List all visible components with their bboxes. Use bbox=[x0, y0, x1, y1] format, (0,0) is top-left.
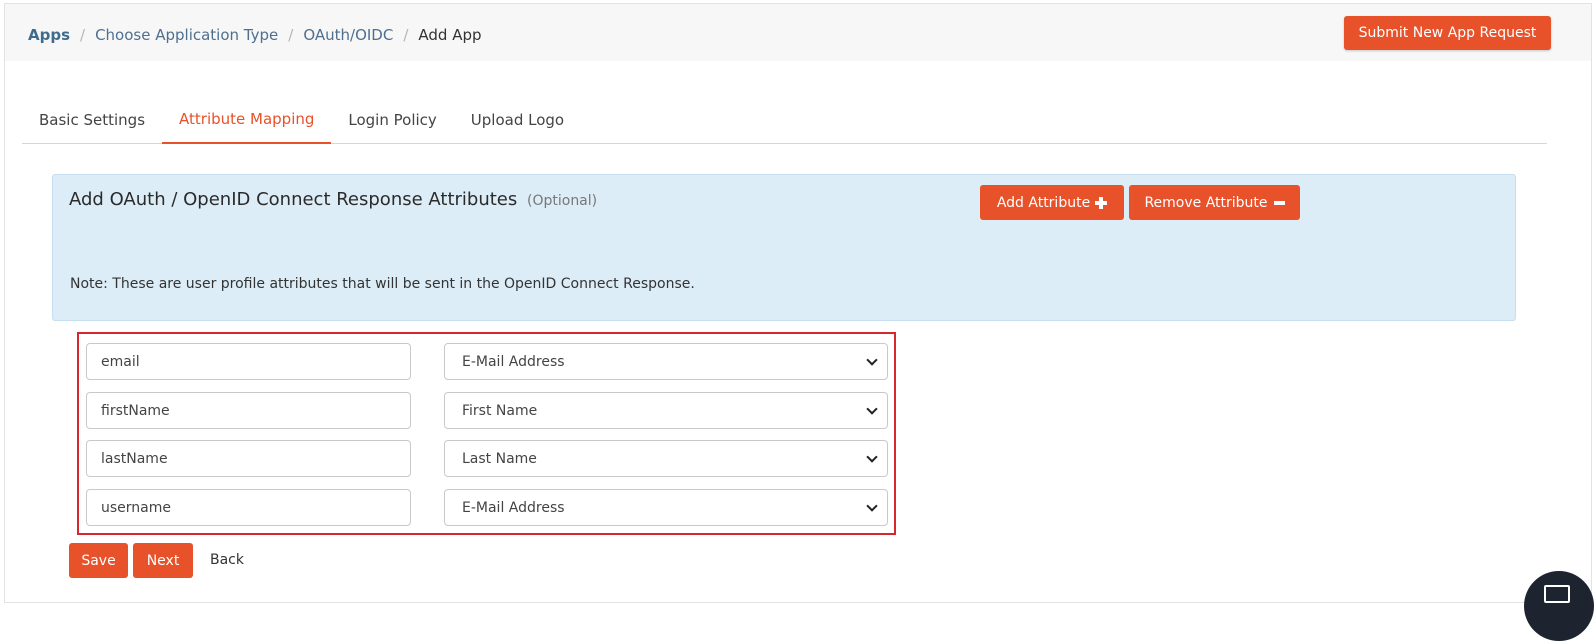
attribute-name-input[interactable] bbox=[86, 343, 411, 380]
attribute-name-input[interactable] bbox=[86, 392, 411, 429]
attribute-value-select[interactable]: E-Mail Address bbox=[444, 343, 888, 380]
breadcrumb-choose-type[interactable]: Choose Application Type bbox=[95, 26, 278, 44]
panel-optional-label: (Optional) bbox=[527, 193, 598, 209]
chevron-down-icon bbox=[866, 500, 878, 512]
breadcrumb-apps[interactable]: Apps bbox=[28, 26, 70, 44]
breadcrumb: Apps / Choose Application Type / OAuth/O… bbox=[28, 26, 482, 44]
remove-attribute-button[interactable]: Remove Attribute bbox=[1129, 185, 1300, 220]
breadcrumb-separator: / bbox=[80, 26, 86, 44]
attribute-name-input[interactable] bbox=[86, 489, 411, 526]
breadcrumb-current: Add App bbox=[418, 26, 482, 44]
back-link[interactable]: Back bbox=[210, 552, 244, 568]
tab-upload-logo[interactable]: Upload Logo bbox=[454, 96, 581, 144]
breadcrumb-separator: / bbox=[403, 26, 409, 44]
top-bar: Apps / Choose Application Type / OAuth/O… bbox=[5, 4, 1591, 61]
select-value: E-Mail Address bbox=[462, 499, 565, 516]
mapping-row: First Name bbox=[86, 392, 888, 429]
breadcrumb-separator: / bbox=[288, 26, 294, 44]
chevron-down-icon bbox=[866, 451, 878, 463]
attribute-mapping-list: E-Mail Address First Name Last Name E-Ma… bbox=[77, 332, 896, 535]
attribute-name-input[interactable] bbox=[86, 440, 411, 477]
select-value: E-Mail Address bbox=[462, 353, 565, 370]
tab-login-policy[interactable]: Login Policy bbox=[331, 96, 453, 144]
select-value: Last Name bbox=[462, 450, 537, 467]
panel-title-text: Add OAuth / OpenID Connect Response Attr… bbox=[69, 189, 518, 210]
submit-new-app-request-button[interactable]: Submit New App Request bbox=[1344, 16, 1551, 50]
panel-note: Note: These are user profile attributes … bbox=[70, 276, 695, 292]
mapping-row: E-Mail Address bbox=[86, 489, 888, 526]
attributes-info-panel: Add OAuth / OpenID Connect Response Attr… bbox=[52, 174, 1516, 321]
remove-attribute-label: Remove Attribute bbox=[1144, 194, 1268, 211]
save-button[interactable]: Save bbox=[69, 543, 128, 578]
attribute-value-select[interactable]: Last Name bbox=[444, 440, 888, 477]
chevron-down-icon bbox=[866, 354, 878, 366]
add-attribute-button[interactable]: Add Attribute bbox=[980, 185, 1124, 220]
add-attribute-label: Add Attribute bbox=[996, 194, 1091, 211]
chevron-down-icon bbox=[866, 403, 878, 415]
attribute-value-select[interactable]: E-Mail Address bbox=[444, 489, 888, 526]
tab-basic-settings[interactable]: Basic Settings bbox=[22, 96, 162, 144]
select-value: First Name bbox=[462, 402, 538, 419]
minus-icon bbox=[1273, 200, 1285, 205]
panel-title: Add OAuth / OpenID Connect Response Attr… bbox=[69, 189, 597, 210]
chat-icon[interactable] bbox=[1524, 571, 1594, 641]
next-button[interactable]: Next bbox=[133, 543, 193, 578]
tab-attribute-mapping[interactable]: Attribute Mapping bbox=[162, 96, 332, 144]
mapping-row: Last Name bbox=[86, 440, 888, 477]
tab-bar: Basic Settings Attribute Mapping Login P… bbox=[22, 96, 1547, 144]
mapping-row: E-Mail Address bbox=[86, 343, 888, 380]
attribute-value-select[interactable]: First Name bbox=[444, 392, 888, 429]
plus-icon bbox=[1095, 196, 1108, 209]
breadcrumb-oauth-oidc[interactable]: OAuth/OIDC bbox=[303, 26, 393, 44]
